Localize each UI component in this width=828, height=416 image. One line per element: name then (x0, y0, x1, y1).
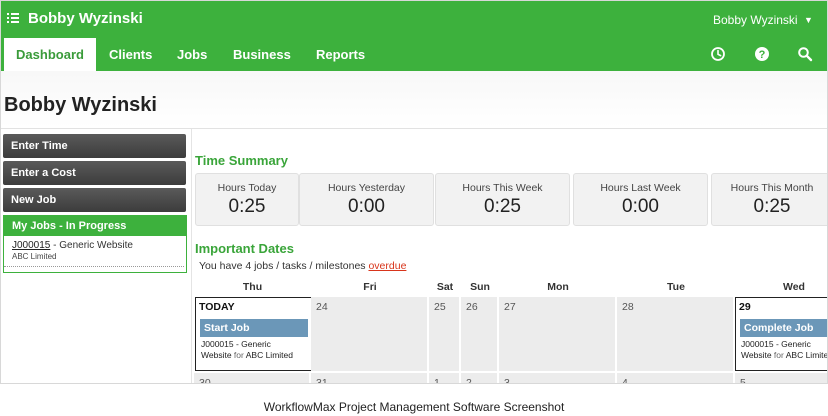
hours-today-card: Hours Today 0:25 (195, 173, 299, 226)
event-description: J000015 - Generic Website for ABC Limite… (201, 339, 293, 361)
card-label: Hours Yesterday (327, 182, 406, 194)
calendar-cell[interactable]: 4 (617, 373, 735, 384)
card-label: Hours This Week (462, 182, 543, 194)
date-number: 31 (316, 377, 328, 384)
calendar-cell[interactable]: 28 (617, 297, 735, 371)
chevron-down-icon[interactable]: ▼ (804, 15, 813, 25)
image-caption: WorkflowMax Project Management Software … (263, 400, 565, 414)
day-header: Mon (547, 281, 569, 293)
enter-time-button[interactable]: Enter Time (3, 134, 186, 158)
day-header: Thu (242, 281, 263, 293)
card-value: 0:25 (228, 196, 266, 217)
calendar-cell[interactable]: 1 (429, 373, 461, 384)
event-line: J000015 - Generic (741, 339, 811, 349)
day-header: Fri (363, 281, 377, 293)
svg-text:?: ? (759, 49, 766, 61)
date-number: 29 (739, 301, 751, 313)
menu-icon[interactable] (7, 12, 19, 24)
day-header: Tue (667, 281, 685, 293)
date-number: 3 (504, 377, 510, 384)
my-jobs-title: My Jobs - In Progress (4, 216, 186, 236)
event-line: Website (201, 350, 234, 360)
calendar-cell[interactable]: 30 (194, 373, 311, 384)
complete-job-event[interactable]: Complete Job (740, 319, 827, 337)
calendar-cell[interactable]: 3 (499, 373, 617, 384)
important-dates-title: Important Dates (195, 241, 294, 256)
job-client: ABC Limited (12, 252, 57, 261)
nav-bar: Dashboard Clients Jobs Business Reports … (1, 38, 827, 71)
event-for: for (233, 350, 244, 360)
overdue-link[interactable]: overdue (368, 260, 406, 272)
summary-text: You have 4 jobs / tasks / milestones (199, 260, 369, 272)
date-number: 4 (622, 377, 628, 384)
card-value: 0:00 (348, 196, 385, 217)
date-number: 25 (434, 301, 446, 313)
my-jobs-panel: My Jobs - In Progress J000015 - Generic … (3, 215, 187, 273)
calendar-cell-today[interactable]: TODAY Start Job J000015 - Generic Websit… (195, 297, 312, 371)
tab-business[interactable]: Business (233, 38, 291, 71)
calendar-cell[interactable]: 26 (461, 297, 499, 371)
tab-dashboard[interactable]: Dashboard (3, 38, 96, 71)
card-label: Hours This Month (730, 182, 814, 194)
start-job-event[interactable]: Start Job (200, 319, 308, 337)
day-header: Sat (436, 281, 454, 293)
event-description: J000015 - Generic Website for ABC Limite… (741, 339, 828, 361)
sidebar: Enter Time Enter a Cost New Job My Jobs … (3, 134, 187, 273)
date-number: 1 (434, 377, 440, 384)
tab-jobs[interactable]: Jobs (177, 38, 207, 71)
event-line: J000015 - Generic (201, 339, 271, 349)
new-job-button[interactable]: New Job (3, 188, 186, 212)
date-number: 2 (466, 377, 472, 384)
day-header: Wed (783, 281, 805, 293)
enter-cost-button[interactable]: Enter a Cost (3, 161, 186, 185)
event-line: Website (741, 350, 774, 360)
job-name: - Generic Website (50, 240, 133, 251)
date-number: 27 (504, 301, 516, 313)
hours-yesterday-card: Hours Yesterday 0:00 (299, 173, 434, 226)
clock-icon[interactable] (710, 46, 726, 62)
tab-clients[interactable]: Clients (109, 38, 152, 71)
page-title: Bobby Wyzinski (4, 94, 157, 116)
calendar-cell[interactable]: 5 (735, 373, 827, 384)
app-window: Bobby Wyzinski Bobby Wyzinski ▼ Dashboar… (0, 0, 828, 384)
user-menu[interactable]: Bobby Wyzinski (713, 13, 798, 27)
calendar-cell[interactable]: 2 (461, 373, 499, 384)
app-title: Bobby Wyzinski (28, 10, 143, 27)
calendar-cell[interactable]: 27 (499, 297, 617, 371)
calendar-cell[interactable]: 24 (311, 297, 429, 371)
hours-this-month-card: Hours This Month 0:25 (711, 173, 827, 226)
time-summary-title: Time Summary (195, 153, 288, 168)
date-number: 5 (740, 377, 746, 384)
calendar-cell[interactable]: 31 (311, 373, 429, 384)
column-divider (191, 129, 192, 383)
event-line: ABC Limited (243, 350, 293, 360)
day-header: Sun (470, 281, 490, 293)
calendar-cell-highlighted[interactable]: 29 Complete Job J000015 - Generic Websit… (735, 297, 828, 371)
date-number: 30 (199, 377, 211, 384)
hours-last-week-card: Hours Last Week 0:00 (573, 173, 708, 226)
list-item: J000015 - Generic Website ABC Limited (4, 236, 184, 267)
help-icon[interactable]: ? (754, 46, 770, 62)
card-value: 0:00 (622, 196, 659, 217)
event-for: for (773, 350, 784, 360)
job-link[interactable]: J000015 (12, 240, 50, 251)
date-number: 26 (466, 301, 478, 313)
hours-this-week-card: Hours This Week 0:25 (435, 173, 570, 226)
event-line: ABC Limited (785, 350, 828, 360)
card-label: Hours Last Week (600, 182, 681, 194)
search-icon[interactable] (797, 46, 813, 62)
calendar-cell[interactable]: 25 (429, 297, 461, 371)
card-value: 0:25 (484, 196, 521, 217)
card-value: 0:25 (753, 196, 791, 217)
page-header: Bobby Wyzinski (1, 71, 827, 129)
top-bar: Bobby Wyzinski Bobby Wyzinski ▼ (1, 1, 827, 38)
jobs-summary: You have 4 jobs / tasks / milestones ove… (199, 260, 406, 272)
today-label: TODAY (199, 301, 235, 313)
date-number: 28 (622, 301, 634, 313)
card-label: Hours Today (217, 182, 277, 194)
date-number: 24 (316, 301, 328, 313)
tab-reports[interactable]: Reports (316, 38, 365, 71)
